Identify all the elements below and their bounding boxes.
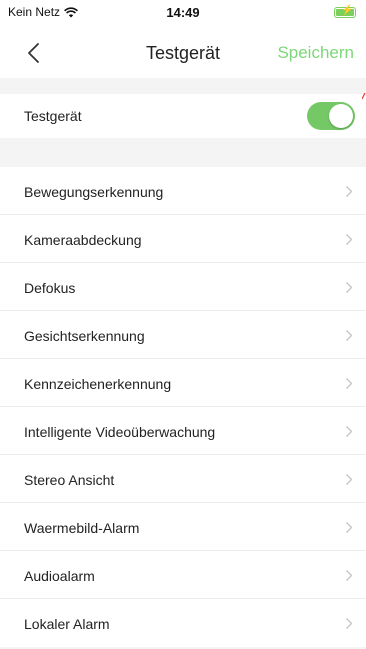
list-item-audioalarm[interactable]: Audioalarm [0, 551, 366, 599]
chevron-right-icon [346, 282, 353, 293]
chevron-right-icon [346, 234, 353, 245]
status-bar: Kein Netz 14:49 ⚡ [0, 0, 366, 30]
list-item-kennzeichenerkennung[interactable]: Kennzeichenerkennung [0, 359, 366, 407]
list-item-defokus[interactable]: Defokus [0, 263, 366, 311]
list-item-label: Kameraabdeckung [24, 232, 142, 248]
device-toggle[interactable] [307, 102, 355, 130]
toggle-knob [329, 104, 353, 128]
list-item-label: Waermebild-Alarm [24, 520, 140, 536]
phone-screen: Kein Netz 14:49 ⚡ Testgerät Speichern Te… [0, 0, 366, 649]
chevron-right-icon [346, 474, 353, 485]
battery-charging-icon: ⚡ [334, 5, 356, 18]
list-item-label: Defokus [24, 280, 76, 296]
list-item-label: Audioalarm [24, 568, 95, 584]
list-item-waermebild-alarm[interactable]: Waermebild-Alarm [0, 503, 366, 551]
chevron-right-icon [346, 426, 353, 437]
chevron-right-icon [346, 570, 353, 581]
red-marker [362, 93, 366, 99]
list-item-label: Bewegungserkennung [24, 184, 164, 200]
device-switch-row: Testgerät [0, 94, 366, 138]
settings-list: Bewegungserkennung Kameraabdeckung Defok… [0, 167, 366, 647]
chevron-right-icon [346, 330, 353, 341]
list-item-label: Intelligente Videoüberwachung [24, 424, 216, 440]
list-item-label: Gesichtserkennung [24, 328, 145, 344]
chevron-right-icon [346, 522, 353, 533]
list-item-label: Stereo Ansicht [24, 472, 115, 488]
status-time: 14:49 [166, 5, 200, 20]
device-switch-label: Testgerät [24, 108, 82, 124]
navigation-bar: Testgerät Speichern [0, 30, 366, 78]
list-item-gesichtserkennung[interactable]: Gesichtserkennung [0, 311, 366, 359]
list-item-label: Lokaler Alarm [24, 616, 110, 632]
list-item-bewegungserkennung[interactable]: Bewegungserkennung [0, 167, 366, 215]
list-item-intelligente-videoueberwachung[interactable]: Intelligente Videoüberwachung [0, 407, 366, 455]
list-item-stereo-ansicht[interactable]: Stereo Ansicht [0, 455, 366, 503]
list-item-lokaler-alarm[interactable]: Lokaler Alarm [0, 599, 366, 647]
chevron-right-icon [346, 618, 353, 629]
save-button[interactable]: Speichern [277, 43, 354, 63]
chevron-right-icon [346, 186, 353, 197]
list-item-label: Kennzeichenerkennung [24, 376, 172, 392]
list-item-kameraabdeckung[interactable]: Kameraabdeckung [0, 215, 366, 263]
chevron-right-icon [346, 378, 353, 389]
